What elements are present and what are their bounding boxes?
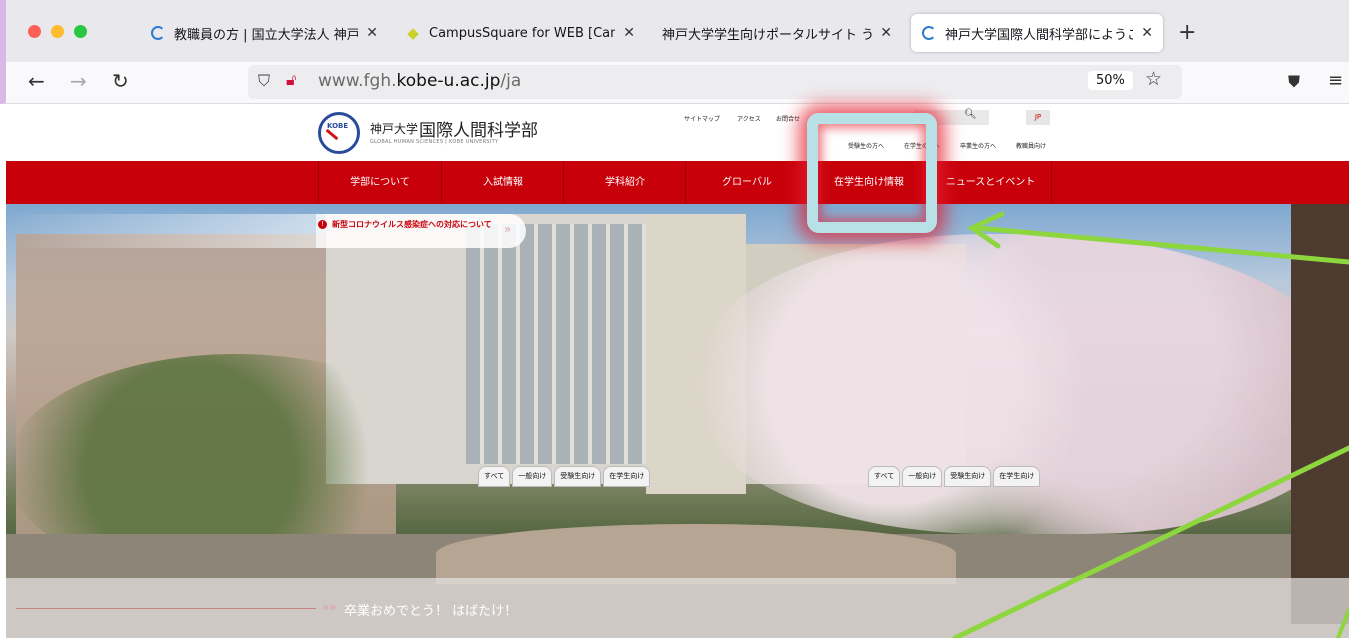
site-header: KOBE 神戸大学 国際人間科学部 GLOBAL HUMAN SCIENCES … <box>6 104 1349 161</box>
browser-tab-campussquare[interactable]: ◆ CampusSquare for WEB [Campus ✕ <box>395 14 645 52</box>
spinner-icon <box>150 25 166 41</box>
pocket-icon[interactable]: ⛊ <box>1288 72 1300 92</box>
cherry-blossom-tree <box>696 234 1349 534</box>
nav-admissions[interactable]: 入試情報 <box>441 161 564 204</box>
search-icon[interactable]: 🔍︎ <box>964 109 977 120</box>
filter-tab-all[interactable]: すべて <box>478 466 511 487</box>
hamburger-menu-icon[interactable]: ≡ <box>1328 70 1343 91</box>
tree-trunk <box>1291 204 1349 624</box>
zoom-level-button[interactable]: 50% <box>1088 71 1133 90</box>
filter-tab-current[interactable]: 在学生向け <box>993 466 1041 487</box>
reload-icon[interactable]: ↻ <box>112 69 129 93</box>
contact-link[interactable]: お問合せ <box>776 114 800 123</box>
close-tab-icon[interactable]: ✕ <box>623 25 635 41</box>
global-navigation: 学部について 入試情報 学科紹介 グローバル 在学生向け情報 ニュースとイベント <box>6 161 1349 204</box>
campus-building-windows <box>466 224 646 464</box>
browser-tab-bar: 教職員の方 | 国立大学法人 神戸大学 ✕ ◆ CampusSquare for… <box>0 0 1349 62</box>
news-headline-link[interactable]: 卒業おめでとう！ はばたけ！ <box>344 600 517 619</box>
tab-title: 教職員の方 | 国立大学法人 神戸大学 <box>174 27 359 43</box>
notice-fade <box>6 214 316 248</box>
nav-global[interactable]: グローバル <box>685 161 808 204</box>
close-tab-icon[interactable]: ✕ <box>366 25 378 41</box>
nav-about-faculty[interactable]: 学部について <box>318 161 441 204</box>
covid-notice-banner[interactable]: ! 新型コロナウイルス感染症への対応について » <box>316 214 526 248</box>
filter-tab-prospective[interactable]: 受験生向け <box>554 466 602 487</box>
close-tab-icon[interactable]: ✕ <box>1141 25 1153 41</box>
access-link[interactable]: アクセス <box>737 114 761 123</box>
filter-tab-current[interactable]: 在学生向け <box>603 466 651 487</box>
hero-campus-photo: ! 新型コロナウイルス感染症への対応について » すべて 一般向け 受験生向け … <box>6 204 1349 638</box>
spinner-icon <box>921 25 937 41</box>
filter-tab-general[interactable]: 一般向け <box>902 466 943 487</box>
close-window-button[interactable] <box>28 25 41 38</box>
campus-path <box>436 524 956 584</box>
faculty-name[interactable]: 国際人間科学部 <box>419 116 538 141</box>
browser-tab-fgh-active[interactable]: 神戸大学国際人間科学部にようこそ ✕ <box>911 14 1163 52</box>
news-filter-tabs: すべて 一般向け 受験生向け 在学生向け <box>868 466 1041 487</box>
tab-title: CampusSquare for WEB [Campus <box>429 25 615 41</box>
double-chevron-icon: » <box>504 222 512 236</box>
nav-departments[interactable]: 学科紹介 <box>563 161 686 204</box>
covid-notice-text[interactable]: 新型コロナウイルス感染症への対応について <box>332 219 492 230</box>
filter-tab-all[interactable]: すべて <box>868 466 901 487</box>
back-arrow-icon[interactable]: ← <box>28 69 45 93</box>
new-tab-button[interactable]: + <box>1178 20 1196 45</box>
nav-news-events[interactable]: ニュースとイベント <box>929 161 1052 204</box>
kobe-university-logo[interactable]: KOBE <box>318 112 360 154</box>
news-filter-tabs: すべて 一般向け 受験生向け 在学生向け <box>478 466 651 487</box>
language-toggle[interactable]: JP <box>1026 110 1050 125</box>
tab-title: 神戸大学国際人間科学部にようこそ <box>945 27 1134 43</box>
audience-link-staff[interactable]: 教職員向け <box>1016 141 1046 150</box>
web-page: KOBE 神戸大学 国際人間科学部 GLOBAL HUMAN SCIENCES … <box>6 104 1349 638</box>
close-tab-icon[interactable]: ✕ <box>880 25 892 41</box>
forward-arrow-icon[interactable]: → <box>70 69 87 93</box>
filter-tab-general[interactable]: 一般向け <box>512 466 553 487</box>
insecure-lock-icon[interactable]: 🔓︎ <box>286 70 296 90</box>
sitemap-link[interactable]: サイトマップ <box>684 114 720 123</box>
url-bar[interactable]: ⛉ 🔓︎ www.fgh.kobe-u.ac.jp/ja 50% ☆ <box>248 65 1182 99</box>
leaf-icon: ◆ <box>407 24 419 42</box>
alert-icon: ! <box>318 220 327 229</box>
url-text[interactable]: www.fgh.kobe-u.ac.jp/ja <box>318 71 521 91</box>
filter-tab-prospective[interactable]: 受験生向け <box>944 466 992 487</box>
faculty-subtitle: GLOBAL HUMAN SCIENCES | KOBE UNIVERSITY <box>370 139 499 145</box>
minimize-window-button[interactable] <box>51 25 64 38</box>
maximize-window-button[interactable] <box>74 25 87 38</box>
browser-navigation-bar: ← → ↻ ⛉ 🔓︎ www.fgh.kobe-u.ac.jp/ja 50% ☆… <box>0 62 1349 104</box>
double-chevron-icon: »» <box>322 600 337 614</box>
tab-title: 神戸大学学生向けポータルサイト うり <box>662 27 873 43</box>
audience-link-alumni[interactable]: 卒業生の方へ <box>960 141 996 150</box>
news-divider <box>16 608 316 609</box>
news-ticker: »» 卒業おめでとう！ はばたけ！ <box>6 578 1349 638</box>
shield-icon[interactable]: ⛉ <box>258 71 270 91</box>
bookmark-star-icon[interactable]: ☆ <box>1145 68 1162 90</box>
university-name[interactable]: 神戸大学 <box>370 120 418 137</box>
browser-tab-student-portal[interactable]: 神戸大学学生向けポータルサイト うり ✕ <box>652 14 902 52</box>
annotation-highlight-box <box>807 113 937 233</box>
browser-tab-faculty-staff[interactable]: 教職員の方 | 国立大学法人 神戸大学 ✕ <box>140 14 388 52</box>
